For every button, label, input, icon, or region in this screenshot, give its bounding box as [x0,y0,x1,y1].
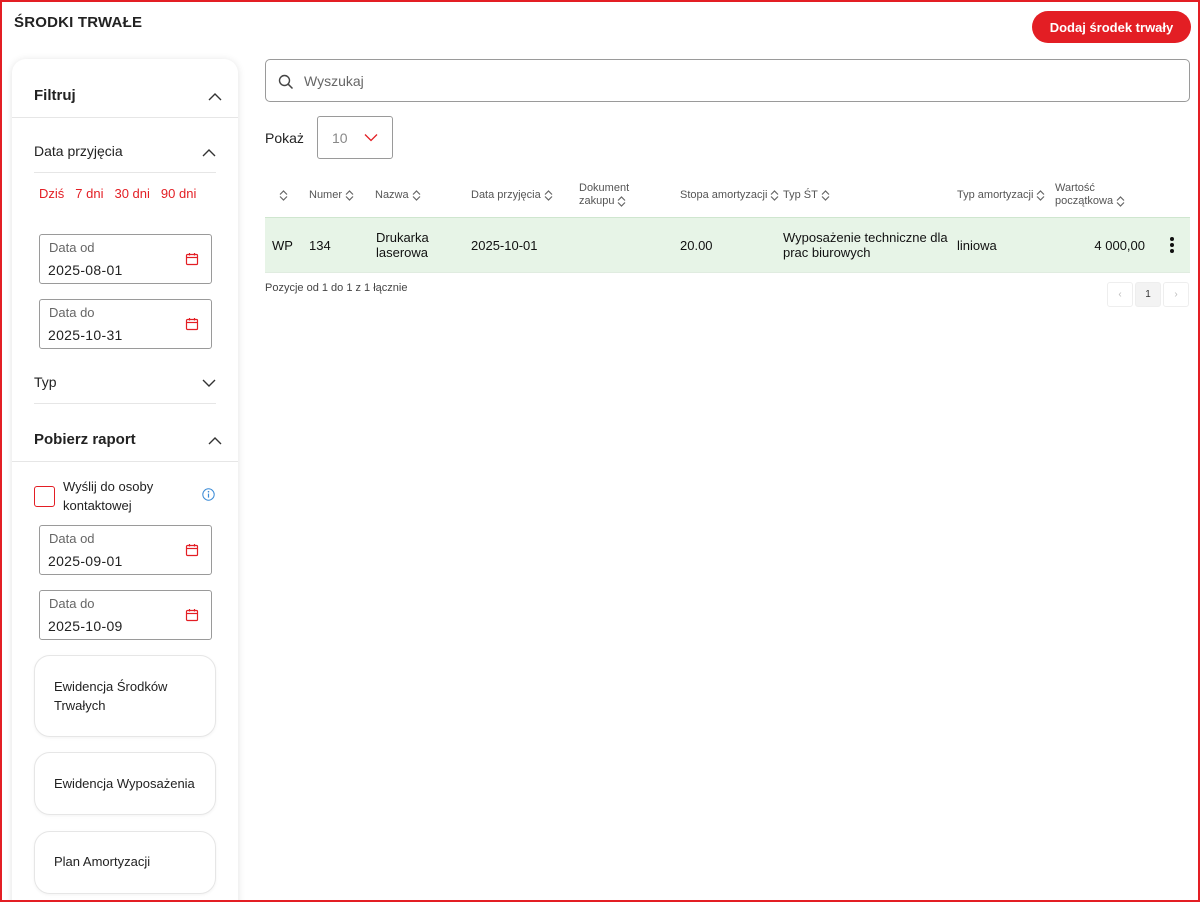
divider [12,117,238,118]
cell-numer: 134 [309,238,331,253]
info-icon[interactable] [202,488,215,501]
column-header-label: Stopa amortyzacji [680,189,768,201]
filter-section-header[interactable]: Filtruj [12,87,238,109]
search-input[interactable] [304,70,1164,92]
sort-icon [618,195,626,207]
calendar-icon[interactable] [185,317,199,331]
pagination-page-1[interactable]: 1 [1135,282,1161,307]
cell-typ-amortyzacji: liniowa [957,238,997,253]
divider [12,461,238,462]
filter-date-to-field[interactable]: Data do 2025-10-31 [39,299,212,349]
report-date-from-field[interactable]: Data od 2025-09-01 [39,525,212,575]
cell-nazwa: Drukarka laserowa [376,230,429,260]
pagination-prev-button[interactable]: ‹ [1107,282,1133,307]
column-header-nazwa[interactable]: Nazwa [375,189,421,202]
cell-data: 2025-10-01 [471,238,538,253]
column-header-label: Nazwa [375,189,409,201]
filter-date-from-field[interactable]: Data od 2025-08-01 [39,234,212,284]
cell-wartosc: 4 000,00 [1094,238,1145,253]
send-contact-label: Wyślij do osoby kontaktowej [63,479,154,513]
quick-link-7-days[interactable]: 7 dni [75,186,103,201]
pagination-next-button[interactable]: › [1163,282,1189,307]
column-header-data-przyjecia[interactable]: Data przyjęcia [471,189,553,202]
column-header-wartosc[interactable]: Wartość początkowa [1055,182,1135,208]
quick-link-30-days[interactable]: 30 dni [114,186,149,201]
sort-icon [544,189,553,201]
column-header-typ-st[interactable]: Typ ŚT [783,189,830,202]
calendar-icon[interactable] [185,543,199,557]
report-card-equipment[interactable]: Ewidencja Wyposażenia [34,752,216,815]
type-section-label: Typ [34,374,57,390]
calendar-icon[interactable] [185,608,199,622]
report-title: Pobierz raport [34,431,136,448]
sort-icon [771,189,779,201]
field-label: Data do [49,596,95,611]
sidebar: Filtruj Data przyjęcia Dziś 7 dni 30 dni 90… [12,59,238,902]
report-card-depreciation-plan[interactable]: Plan Amortyzacji [34,831,216,894]
cell-stopa: 20.00 [680,238,713,253]
field-value: 2025-10-31 [48,327,123,343]
chevron-down-icon [364,134,378,142]
chevron-up-icon [202,149,216,157]
add-asset-button[interactable]: Dodaj środek trwały [1032,11,1191,43]
column-header-label: Wartość początkowa [1055,182,1114,207]
cell-typ-st: Wyposażenie techniczne dla prac biurowyc… [783,230,948,260]
field-value: 2025-08-01 [48,262,123,278]
search-icon [278,74,294,90]
report-card-label: Ewidencja Środków Trwałych [54,679,168,713]
column-header-dokument[interactable]: Dokument zakupu [579,182,649,208]
chevron-up-icon [208,93,222,101]
report-card-fixed-assets[interactable]: Ewidencja Środków Trwałych [34,655,216,737]
page-size-label: Pokaż [265,130,304,146]
divider [34,172,216,173]
sort-icon [1116,195,1125,207]
field-label: Data od [49,240,95,255]
field-value: 2025-09-01 [48,553,123,569]
quick-link-90-days[interactable]: 90 dni [161,186,196,201]
chevron-down-icon [202,379,216,387]
type-section-header[interactable]: Typ [12,374,238,396]
sort-icon [345,189,354,201]
calendar-icon[interactable] [185,252,199,266]
sort-icon [1036,189,1045,201]
report-date-to-field[interactable]: Data do 2025-10-09 [39,590,212,640]
divider [34,403,216,404]
table-summary: Pozycje od 1 do 1 z 1 łącznie [265,282,408,294]
column-header-label: Numer [309,189,343,201]
cell-prefix: WP [272,238,293,253]
column-header-numer[interactable]: Numer [309,189,354,202]
sort-icon [821,189,830,201]
field-label: Data od [49,531,95,546]
quick-date-links: Dziś 7 dni 30 dni 90 dni [39,186,207,201]
date-section-label: Data przyjęcia [34,143,123,159]
date-section-header[interactable]: Data przyjęcia [12,143,238,165]
report-section-header[interactable]: Pobierz raport [12,431,238,453]
column-header-label: Data przyjęcia [471,189,541,201]
report-card-label: Ewidencja Wyposażenia [54,776,195,791]
more-options-icon[interactable] [1169,236,1175,254]
sort-icon[interactable] [279,190,288,201]
column-header-typ-amortyzacji[interactable]: Typ amortyzacji [957,189,1045,202]
filter-title: Filtruj [34,87,76,104]
chevron-up-icon [208,437,222,445]
column-header-stopa[interactable]: Stopa amortyzacji [680,189,779,202]
quick-link-today[interactable]: Dziś [39,186,64,201]
search-box[interactable] [265,59,1190,102]
sort-icon [412,189,421,201]
send-contact-checkbox[interactable] [34,486,55,507]
report-card-label: Plan Amortyzacji [54,854,151,869]
field-label: Data do [49,305,95,320]
page-title: ŚRODKI TRWAŁE [14,14,143,31]
column-header-label: Typ amortyzacji [957,189,1034,201]
page-size-select[interactable]: 10 [317,116,393,159]
column-header-label: Typ ŚT [783,189,818,201]
page-size-value: 10 [332,130,348,146]
field-value: 2025-10-09 [48,618,123,634]
